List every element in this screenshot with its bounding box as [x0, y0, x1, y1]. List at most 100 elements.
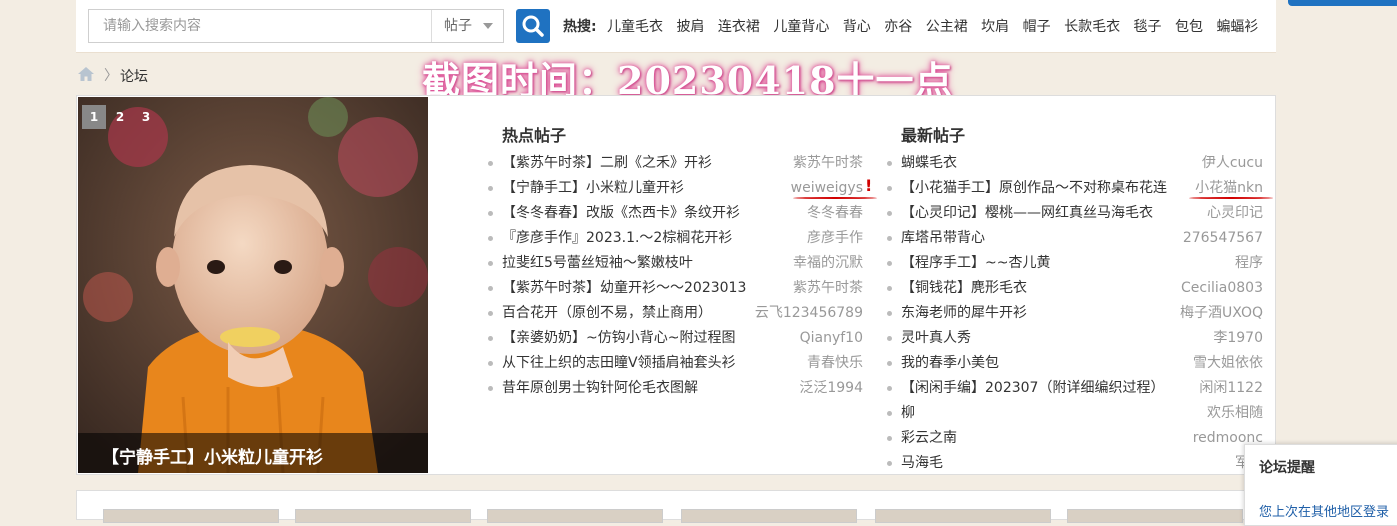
home-icon[interactable] [77, 66, 95, 82]
post-title[interactable]: 柳 [901, 401, 915, 426]
slider-tab[interactable]: 3 [134, 105, 158, 129]
top-search-bar: 帖子 热搜: 儿童毛衣 披肩 连衣裙 儿童背心 背心 亦谷 公主裙 坎肩 帽子 … [76, 0, 1276, 53]
post-title[interactable]: 【铜钱花】麂形毛衣 [901, 276, 1027, 301]
hot-tag[interactable]: 披肩 [676, 19, 704, 35]
post-title[interactable]: 『彦彦手作』2023.1.～2棕榈花开衫 [502, 226, 732, 251]
post-author[interactable]: 程序 [1235, 251, 1263, 276]
post-author[interactable]: 青春快乐 [807, 351, 863, 376]
widget-text[interactable]: 您上次在其他地区登录 [1259, 501, 1389, 520]
post-title[interactable]: 拉斐红5号蕾丝短袖～繁嫩枝叶 [502, 251, 693, 276]
slider-tab[interactable]: 1 [82, 105, 106, 129]
post-author[interactable]: 276547567 [1183, 226, 1263, 251]
thumbnail[interactable] [1067, 509, 1243, 523]
post-title[interactable]: 昔年原创男士钩针阿伦毛衣图解 [502, 376, 698, 401]
post-title[interactable]: 【宁静手工】小米粒儿童开衫 [502, 176, 684, 201]
bullet [887, 361, 892, 366]
post-author[interactable]: 欢乐相随 [1207, 401, 1263, 426]
bullet [488, 386, 493, 391]
post-author[interactable]: 紫苏午时茶 [793, 276, 863, 301]
post-title[interactable]: 【冬冬春春】改版《杰西卡》条纹开衫 [502, 201, 740, 226]
thumbnail[interactable] [103, 509, 279, 523]
search-box: 帖子 [88, 9, 504, 43]
post-author[interactable]: 幸福的沉默 [793, 251, 863, 276]
list-item: 我的春季小美包 雪大姐依依 [887, 351, 1263, 376]
post-author[interactable]: 云飞123456789 [755, 301, 863, 326]
hot-tag[interactable]: 儿童毛衣 [607, 19, 663, 35]
bullet [887, 436, 892, 441]
slider-photo[interactable]: 123 【宁静手工】小米粒儿童开衫 [78, 97, 428, 473]
hot-tag[interactable]: 帽子 [1023, 19, 1051, 35]
list-item: 【心灵印记】樱桃——网红真丝马海毛衣 心灵印记 [887, 201, 1263, 226]
post-author[interactable]: 紫苏午时茶 [793, 151, 863, 176]
list-item: 库塔吊带背心 276547567 [887, 226, 1263, 251]
search-button[interactable] [516, 9, 550, 43]
post-title[interactable]: 东海老师的犀牛开衫 [901, 301, 1027, 326]
post-title[interactable]: 从下往上织的志田瞳V领插肩袖套头衫 [502, 351, 736, 376]
post-author[interactable]: 梅子酒UXOQ [1180, 301, 1263, 326]
thumbnail[interactable] [681, 509, 857, 523]
search-input[interactable] [89, 10, 429, 42]
thumbnail[interactable] [875, 509, 1051, 523]
list-item: 『彦彦手作』2023.1.～2棕榈花开衫 彦彦手作 [488, 226, 863, 251]
list-item: 【紫苏午时茶】幼童开衫～～2023013 紫苏午时茶 [488, 276, 863, 301]
hot-tag[interactable]: 坎肩 [981, 19, 1009, 35]
breadcrumb-current[interactable]: 论坛 [120, 66, 148, 86]
post-author[interactable]: 伊人cucu [1202, 151, 1263, 176]
hot-tag[interactable]: 儿童背心 [773, 19, 829, 35]
hot-search-label: 热搜: [563, 19, 597, 35]
post-title[interactable]: 我的春季小美包 [901, 351, 999, 376]
post-title[interactable]: 【小花猫手工】原创作品～不对称桌布花连 [901, 176, 1167, 201]
hot-tag[interactable]: 毯子 [1134, 19, 1162, 35]
post-author[interactable]: Cecilia0803 [1181, 276, 1263, 301]
bullet [887, 186, 892, 191]
post-title[interactable]: 【紫苏午时茶】幼童开衫～～2023013 [502, 276, 746, 301]
post-author[interactable]: 彦彦手作 [807, 226, 863, 251]
post-title[interactable]: 【程序手工】~~杏儿黄 [901, 251, 1050, 276]
hot-tag[interactable]: 包包 [1175, 19, 1203, 35]
post-author[interactable]: 李1970 [1213, 326, 1263, 351]
post-title[interactable]: 灵叶真人秀 [901, 326, 971, 351]
hot-tag[interactable]: 亦谷 [884, 19, 912, 35]
hot-tag[interactable]: 背心 [843, 19, 871, 35]
post-title[interactable]: 【心灵印记】樱桃——网红真丝马海毛衣 [901, 201, 1153, 226]
corner-decoration [1288, 0, 1397, 6]
post-title[interactable]: 【亲婆奶奶】~仿钩小背心~附过程图 [502, 326, 735, 351]
hot-tag[interactable]: 连衣裙 [718, 19, 760, 35]
bullet [887, 161, 892, 166]
widget-title: 论坛提醒 [1259, 460, 1315, 476]
post-author[interactable]: Qianyf10 [800, 326, 863, 351]
post-author[interactable]: 泛泛1994 [799, 376, 863, 401]
post-title[interactable]: 【闲闲手编】202307（附详细编织过程） [901, 376, 1164, 401]
post-author[interactable]: 心灵印记 [1207, 201, 1263, 226]
hot-tag[interactable]: 长款毛衣 [1064, 19, 1120, 35]
post-author[interactable]: 闲闲1122 [1199, 376, 1263, 401]
post-title[interactable]: 百合花开（原创不易，禁止商用） [502, 301, 712, 326]
new-posts-title: 最新帖子 [901, 126, 966, 145]
hot-tag[interactable]: 公主裙 [926, 19, 968, 35]
slider-caption[interactable]: 【宁静手工】小米粒儿童开衫 [102, 443, 323, 468]
hot-tag[interactable]: 蝙蝠衫 [1216, 19, 1258, 35]
list-item: 马海毛军曹 [887, 451, 1263, 476]
bullet [887, 211, 892, 216]
hot-search-tags: 儿童毛衣 披肩 连衣裙 儿童背心 背心 亦谷 公主裙 坎肩 帽子 长款毛衣 毯子… [607, 16, 1267, 36]
slider-tab[interactable]: 2 [108, 105, 132, 129]
thumbnail[interactable] [295, 509, 471, 523]
post-author[interactable]: 雪大姐依依 [1193, 351, 1263, 376]
post-title[interactable]: 彩云之南 [901, 426, 957, 451]
search-icon [522, 15, 544, 37]
post-title[interactable]: 蝴蝶毛衣 [901, 151, 957, 176]
list-item: 从下往上织的志田瞳V领插肩袖套头衫 青春快乐 [488, 351, 863, 376]
bullet [887, 261, 892, 266]
annotation-underline [793, 197, 877, 199]
slider-caption-bar: 【宁静手工】小米粒儿童开衫 [78, 433, 428, 473]
post-title[interactable]: 马海毛 [901, 451, 943, 476]
search-type-select[interactable]: 帖子 [431, 10, 503, 42]
new-posts-list: 蝴蝶毛衣 伊人cucu 【小花猫手工】原创作品～不对称桌布花连 小花猫nkn 【心灵… [887, 151, 1263, 476]
forum-panel: 123 【宁静手工】小米粒儿童开衫 热点帖子 【紫苏午时茶】二刷《之禾》开衫 紫苏… [76, 95, 1276, 475]
bullet [488, 286, 493, 291]
bullet [488, 361, 493, 366]
post-author[interactable]: 冬冬春春 [807, 201, 863, 226]
post-title[interactable]: 库塔吊带背心 [901, 226, 985, 251]
post-title[interactable]: 【紫苏午时茶】二刷《之禾》开衫 [502, 151, 712, 176]
thumbnail[interactable] [487, 509, 663, 523]
